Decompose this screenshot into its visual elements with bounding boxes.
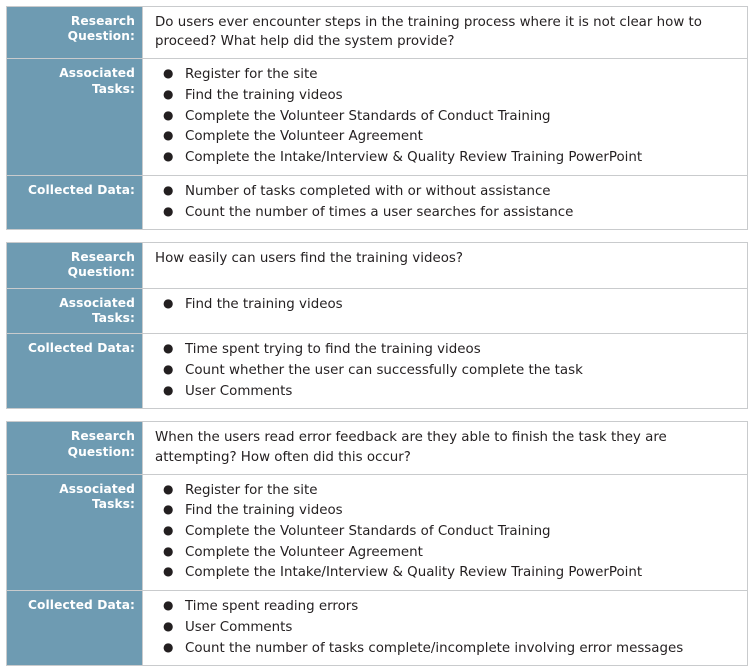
associated-tasks-label: Associated Tasks: bbox=[7, 59, 142, 175]
list-item-label: Find the training videos bbox=[185, 88, 343, 104]
research-question-label: Research Question: bbox=[7, 422, 142, 474]
collected-data-label: Collected Data: bbox=[7, 591, 142, 666]
list-item-label: Number of tasks completed with or withou… bbox=[185, 183, 551, 199]
list-item: ● Number of tasks completed with or witho… bbox=[155, 182, 737, 202]
list-item: ● Count whether the user can successfully… bbox=[155, 361, 737, 381]
list-item-label: User Comments bbox=[185, 383, 293, 399]
list-item: ● Register for the site bbox=[155, 481, 737, 501]
research-question-text: How easily can users find the training v… bbox=[155, 251, 463, 267]
bullet-icon: ● bbox=[163, 361, 174, 376]
research-question-label: Research Question: bbox=[7, 243, 142, 288]
associated-tasks-list: ● Register for the site ● Find the training… bbox=[155, 65, 737, 168]
collected-data-row: Collected Data: ● Time spent trying to fin… bbox=[7, 333, 747, 409]
list-item: ● Time spent trying to find the training … bbox=[155, 340, 737, 360]
list-item-label: Count the number of tasks complete/incom… bbox=[185, 640, 684, 656]
list-item-label: Register for the site bbox=[185, 67, 318, 83]
associated-tasks-row: Associated Tasks: ● Register for the site ●… bbox=[7, 473, 747, 591]
associated-tasks-label: Associated Tasks: bbox=[7, 474, 142, 591]
research-question-row: Research Question: When the users read er… bbox=[7, 422, 747, 474]
research-question-text: When the users read error feedback are t… bbox=[155, 430, 667, 465]
research-questions-page: Research Question: Do users ever encounte… bbox=[0, 0, 756, 666]
list-item-label: Count whether the user can successfully … bbox=[185, 362, 583, 378]
list-item: ● Complete the Volunteer Agreement bbox=[155, 543, 737, 563]
associated-tasks-row-content: ● Register for the site ● Find the training… bbox=[142, 59, 747, 175]
bullet-icon: ● bbox=[163, 639, 174, 654]
collected-data-list: ● Number of tasks completed with or witho… bbox=[155, 182, 737, 222]
research-question-label: Research Question: bbox=[7, 7, 142, 59]
collected-data-list: ● Time spent reading errors ● User Comments… bbox=[155, 597, 737, 658]
list-item-label: Complete the Volunteer Agreement bbox=[185, 129, 423, 145]
associated-tasks-list: ● Find the training videos bbox=[155, 295, 737, 315]
list-item-label: Count the number of times a user searche… bbox=[185, 204, 574, 220]
list-item-label: User Comments bbox=[185, 619, 293, 635]
research-question-text: Do users ever encounter steps in the tra… bbox=[155, 15, 702, 50]
research-question-row: Research Question: Do users ever encounte… bbox=[7, 7, 747, 59]
research-question-table: Research Question: When the users read er… bbox=[6, 421, 748, 666]
research-question-row-content: Do users ever encounter steps in the tra… bbox=[142, 7, 747, 59]
bullet-icon: ● bbox=[163, 182, 174, 197]
list-item-label: Complete the Volunteer Standards of Cond… bbox=[185, 108, 551, 124]
associated-tasks-row-content: ● Register for the site ● Find the training… bbox=[142, 474, 747, 591]
bullet-icon: ● bbox=[163, 598, 174, 613]
research-question-row-content: How easily can users find the training v… bbox=[142, 243, 747, 288]
list-item-label: Time spent trying to find the training v… bbox=[185, 342, 481, 358]
collected-data-row-content: ● Time spent trying to find the training … bbox=[142, 334, 747, 409]
bullet-icon: ● bbox=[163, 295, 174, 310]
collected-data-row: Collected Data: ● Time spent reading error… bbox=[7, 590, 747, 666]
list-item-label: Complete the Intake/Interview & Quality … bbox=[185, 150, 643, 166]
list-item: ● Find the training videos bbox=[155, 501, 737, 521]
collected-data-row: Collected Data: ● Number of tasks complete… bbox=[7, 174, 747, 230]
list-item: ● Register for the site bbox=[155, 65, 737, 85]
associated-tasks-label: Associated Tasks: bbox=[7, 288, 142, 334]
bullet-icon: ● bbox=[163, 341, 174, 356]
research-question-row-content: When the users read error feedback are t… bbox=[142, 422, 747, 474]
bullet-icon: ● bbox=[163, 618, 174, 633]
bullet-icon: ● bbox=[163, 543, 174, 558]
list-item-label: Complete the Volunteer Agreement bbox=[185, 544, 423, 560]
bullet-icon: ● bbox=[163, 564, 174, 579]
list-item-label: Find the training videos bbox=[185, 503, 343, 519]
list-item: ● Complete the Volunteer Standards of Con… bbox=[155, 107, 737, 127]
bullet-icon: ● bbox=[163, 523, 174, 538]
collected-data-label: Collected Data: bbox=[7, 334, 142, 409]
research-question-row: Research Question: How easily can users f… bbox=[7, 243, 747, 288]
list-item: ● User Comments bbox=[155, 382, 737, 402]
associated-tasks-row-content: ● Find the training videos bbox=[142, 288, 747, 334]
bullet-icon: ● bbox=[163, 107, 174, 122]
list-item-label: Register for the site bbox=[185, 482, 318, 498]
list-item-label: Complete the Volunteer Standards of Cond… bbox=[185, 524, 551, 540]
research-question-table: Research Question: Do users ever encounte… bbox=[6, 6, 748, 231]
list-item: ● Complete the Intake/Interview & Quality… bbox=[155, 148, 737, 168]
bullet-icon: ● bbox=[163, 128, 174, 143]
bullet-icon: ● bbox=[163, 87, 174, 102]
bullet-icon: ● bbox=[163, 149, 174, 164]
associated-tasks-list: ● Register for the site ● Find the training… bbox=[155, 481, 737, 584]
list-item-label: Complete the Intake/Interview & Quality … bbox=[185, 565, 643, 581]
associated-tasks-row: Associated Tasks: ● Register for the site ●… bbox=[7, 58, 747, 175]
collected-data-row-content: ● Number of tasks completed with or witho… bbox=[142, 175, 747, 230]
list-item: ● User Comments bbox=[155, 618, 737, 638]
research-question-table: Research Question: How easily can users f… bbox=[6, 242, 748, 410]
associated-tasks-row: Associated Tasks: ● Find the training vide… bbox=[7, 287, 747, 334]
collected-data-list: ● Time spent trying to find the training … bbox=[155, 340, 737, 401]
list-item: ● Find the training videos bbox=[155, 295, 737, 315]
bullet-icon: ● bbox=[163, 203, 174, 218]
bullet-icon: ● bbox=[163, 382, 174, 397]
bullet-icon: ● bbox=[163, 481, 174, 496]
list-item: ● Complete the Volunteer Standards of Con… bbox=[155, 522, 737, 542]
bullet-icon: ● bbox=[163, 66, 174, 81]
list-item-label: Time spent reading errors bbox=[185, 599, 359, 615]
collected-data-row-content: ● Time spent reading errors ● User Comments… bbox=[142, 591, 747, 666]
list-item: ● Complete the Volunteer Agreement bbox=[155, 127, 737, 147]
list-item-label: Find the training videos bbox=[185, 296, 343, 312]
list-item: ● Find the training videos bbox=[155, 86, 737, 106]
list-item: ● Time spent reading errors bbox=[155, 597, 737, 617]
list-item: ● Count the number of tasks complete/inco… bbox=[155, 639, 737, 659]
list-item: ● Complete the Intake/Interview & Quality… bbox=[155, 563, 737, 583]
bullet-icon: ● bbox=[163, 502, 174, 517]
collected-data-label: Collected Data: bbox=[7, 175, 142, 230]
list-item: ● Count the number of times a user search… bbox=[155, 203, 737, 223]
